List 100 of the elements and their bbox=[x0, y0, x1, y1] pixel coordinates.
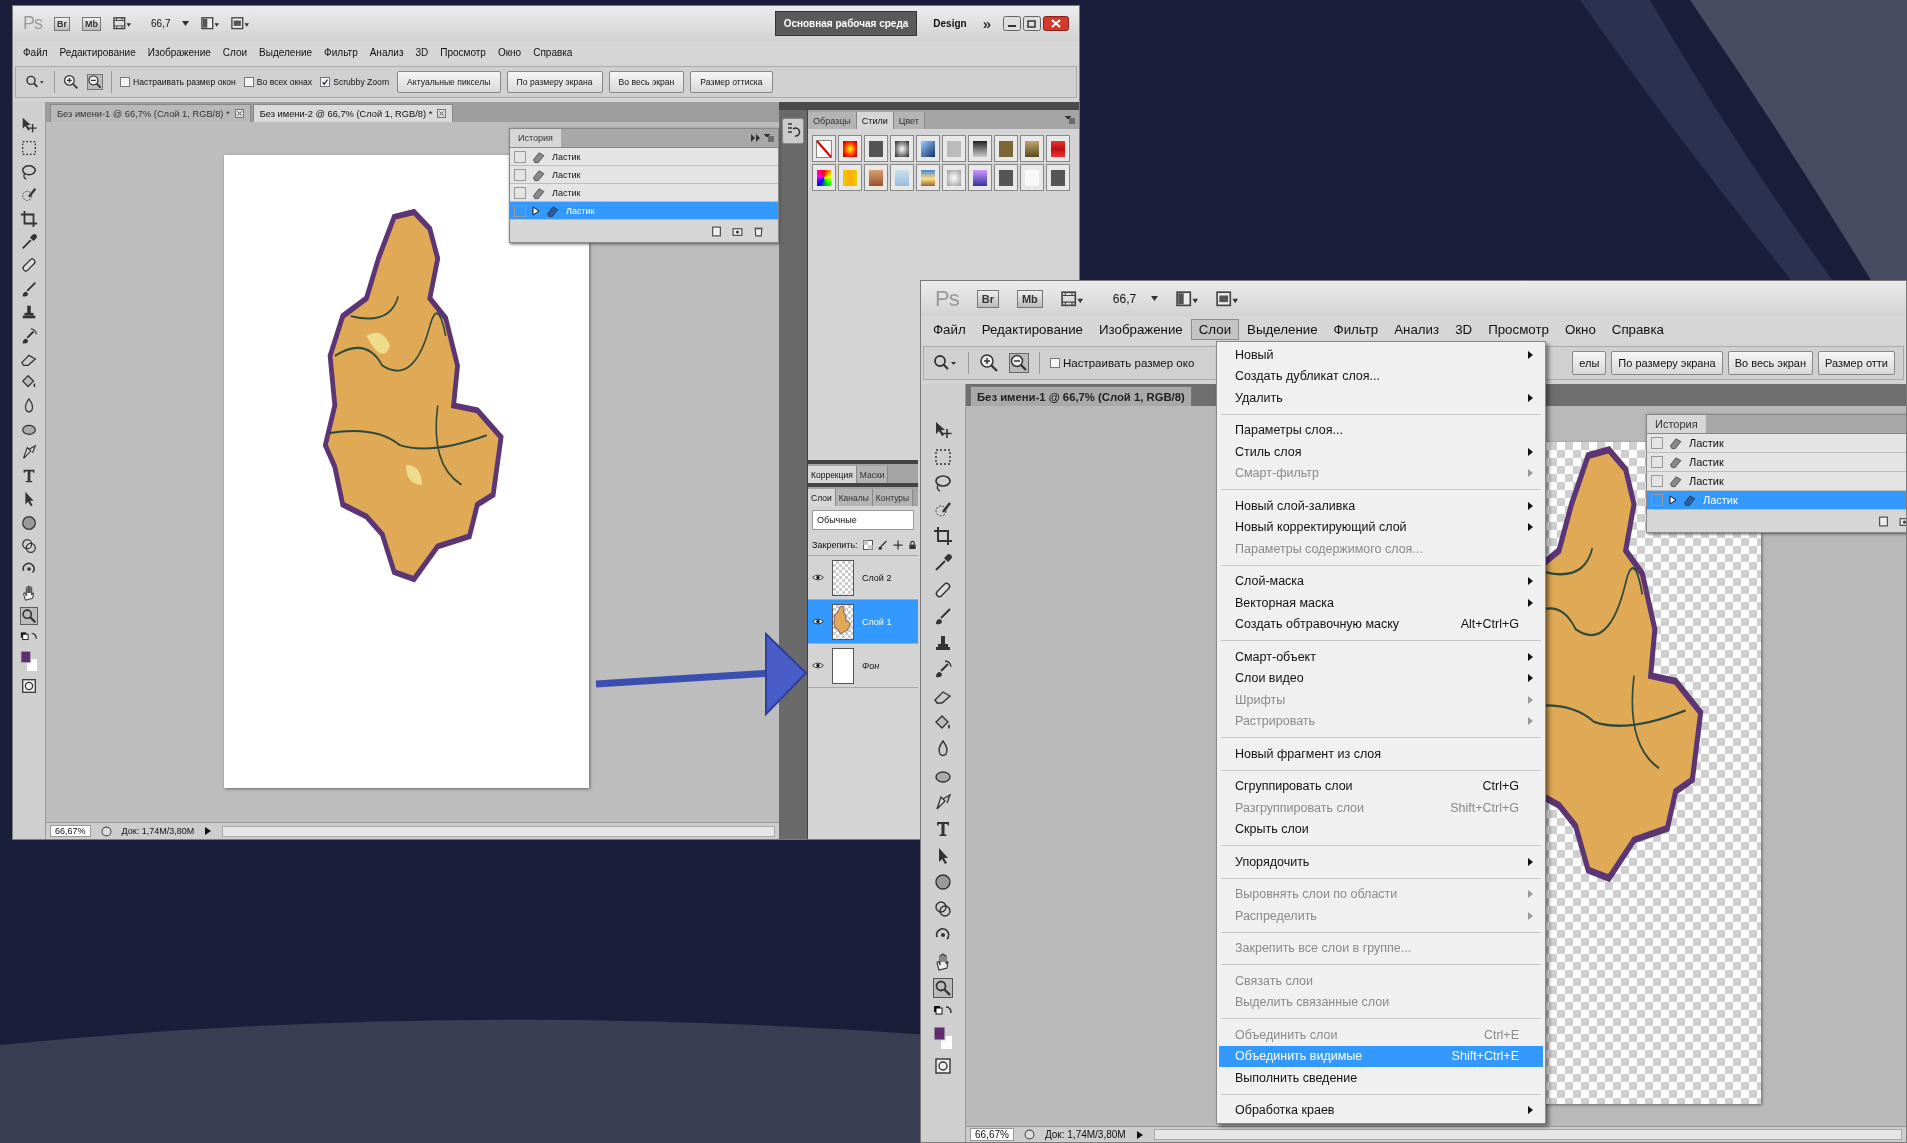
style-swatch[interactable] bbox=[864, 135, 888, 162]
style-swatch[interactable] bbox=[916, 135, 940, 162]
workspace-button[interactable]: Основная рабочая среда bbox=[774, 11, 918, 36]
style-swatch[interactable] bbox=[1020, 164, 1044, 191]
marquee-icon[interactable] bbox=[933, 446, 953, 467]
eye-icon[interactable] bbox=[812, 617, 824, 626]
checkbox[interactable] bbox=[243, 77, 254, 87]
screen-mode-icon[interactable] bbox=[1216, 289, 1239, 308]
history-item[interactable]: Ластик bbox=[510, 166, 778, 184]
menu-item[interactable]: Выделение bbox=[253, 44, 319, 60]
menu-item[interactable]: Анализ bbox=[1386, 319, 1448, 340]
menu-item[interactable]: Выделение bbox=[1239, 319, 1326, 340]
menu-item[interactable]: Фильтр bbox=[1325, 319, 1387, 340]
ellipse-icon[interactable] bbox=[20, 513, 38, 532]
history-brush-icon[interactable] bbox=[20, 326, 38, 345]
filmstrip-icon[interactable] bbox=[1060, 289, 1083, 308]
lock-move-icon[interactable] bbox=[892, 539, 903, 550]
panel-tab[interactable]: Маски bbox=[856, 466, 889, 483]
close-icon[interactable] bbox=[437, 109, 447, 118]
panel-tab[interactable]: Образцы bbox=[808, 112, 857, 129]
zoom-icon[interactable] bbox=[933, 978, 953, 999]
swap-colors-icon[interactable] bbox=[20, 630, 38, 641]
menu-item[interactable]: Слои bbox=[216, 44, 254, 60]
more-button[interactable]: » bbox=[982, 15, 991, 32]
collapse-icon[interactable] bbox=[751, 134, 760, 142]
menu-item[interactable]: Файл bbox=[17, 44, 54, 60]
camera-icon[interactable] bbox=[732, 225, 743, 237]
style-swatch[interactable] bbox=[838, 135, 862, 162]
layout-icon[interactable] bbox=[200, 16, 219, 31]
checkbox[interactable] bbox=[320, 77, 331, 87]
option-button[interactable]: По размеру экрана bbox=[506, 71, 603, 93]
workspace-switch-button[interactable]: Design bbox=[929, 18, 971, 29]
zoom-out-icon[interactable] bbox=[1009, 353, 1029, 373]
history-brush-icon[interactable] bbox=[933, 659, 953, 680]
style-swatch[interactable] bbox=[864, 164, 888, 191]
option-button[interactable]: Во весь экран bbox=[608, 71, 685, 93]
new-document-icon[interactable] bbox=[1878, 515, 1889, 527]
menu-item[interactable]: Справка bbox=[527, 44, 579, 60]
panel-tab[interactable]: Стили bbox=[856, 112, 894, 129]
new-document-icon[interactable] bbox=[711, 225, 722, 237]
layer-row[interactable]: Слой 2 bbox=[808, 556, 918, 600]
color-swatches-icon[interactable] bbox=[20, 650, 38, 672]
blend-mode-field[interactable]: Обычные bbox=[812, 510, 914, 530]
rotate-icon[interactable] bbox=[933, 898, 953, 919]
menu-item[interactable]: Параметры слоя... bbox=[1219, 419, 1543, 441]
menu-item[interactable]: Слои bbox=[1190, 319, 1240, 340]
zoom-level-field[interactable]: 66,7 bbox=[151, 18, 171, 29]
quick-mask-icon[interactable] bbox=[933, 1056, 953, 1077]
menu-item[interactable]: Векторная маска bbox=[1219, 592, 1543, 614]
panel-tab[interactable]: Контуры bbox=[872, 489, 914, 506]
menu-item[interactable]: Слой-маска bbox=[1219, 570, 1543, 592]
history-item[interactable]: Ластик bbox=[510, 148, 778, 166]
zoom-in-icon[interactable] bbox=[63, 74, 79, 90]
layer-row[interactable]: Фон bbox=[808, 644, 918, 688]
menu-item[interactable]: Окно bbox=[1556, 319, 1604, 340]
menu-item[interactable]: Скрыть слои bbox=[1219, 818, 1543, 840]
menu-item[interactable]: Окно bbox=[491, 44, 528, 60]
menu-item[interactable]: Создать дубликат слоя... bbox=[1219, 365, 1543, 387]
menu-item[interactable]: Редактирование bbox=[973, 319, 1091, 340]
zoom-level-field[interactable]: 66,67% bbox=[50, 825, 91, 837]
menu-item[interactable]: Стиль слоя bbox=[1219, 441, 1543, 463]
style-swatch[interactable] bbox=[942, 135, 966, 162]
bridge-button[interactable]: Br bbox=[54, 16, 71, 31]
menu-item[interactable]: Новый фрагмент из слоя bbox=[1219, 743, 1543, 765]
mini-bridge-button[interactable]: Mb bbox=[1016, 289, 1043, 308]
menu-item[interactable]: Справка bbox=[1603, 319, 1672, 340]
lock-transparency-icon[interactable] bbox=[862, 539, 873, 550]
menu-item[interactable]: Изображение bbox=[1091, 319, 1191, 340]
style-swatch[interactable] bbox=[812, 164, 836, 191]
menu-item[interactable]: Упорядочить bbox=[1219, 851, 1543, 873]
menu-item[interactable]: Создать обтравочную маску Alt+Ctrl+G bbox=[1219, 613, 1543, 635]
style-swatch[interactable] bbox=[968, 164, 992, 191]
brush-icon[interactable] bbox=[20, 279, 38, 298]
zoom-in-icon[interactable] bbox=[979, 353, 999, 373]
horizontal-scrollbar[interactable] bbox=[222, 825, 775, 837]
preview-icon[interactable] bbox=[1023, 1129, 1035, 1140]
move-tool-icon[interactable] bbox=[20, 116, 38, 134]
option-button[interactable]: Размер оттиска bbox=[690, 71, 773, 93]
filmstrip-icon[interactable] bbox=[113, 16, 132, 31]
document-tab[interactable]: Без имени-2 @ 66,7% (Слой 1, RGB/8) * bbox=[252, 104, 454, 122]
horizontal-scrollbar[interactable] bbox=[1153, 1129, 1902, 1140]
menu-item[interactable]: Смарт-объект bbox=[1219, 646, 1543, 668]
style-swatch[interactable] bbox=[942, 164, 966, 191]
mini-bridge-button[interactable]: Mb bbox=[82, 16, 102, 31]
history-item[interactable]: Ластик bbox=[1647, 472, 1906, 491]
style-swatch[interactable] bbox=[968, 135, 992, 162]
style-swatch[interactable] bbox=[1046, 135, 1070, 162]
option-button[interactable]: Актуальные пикселы bbox=[397, 71, 501, 93]
restore-icon[interactable] bbox=[1023, 16, 1041, 31]
zoom-icon[interactable] bbox=[20, 607, 38, 626]
history-item[interactable]: Ластик bbox=[1647, 453, 1906, 472]
eyedropper-icon[interactable] bbox=[20, 232, 38, 251]
caret-icon[interactable] bbox=[181, 21, 189, 26]
layout-icon[interactable] bbox=[1176, 289, 1199, 308]
history-panel-icon[interactable] bbox=[782, 118, 804, 144]
option-button[interactable]: Размер отти bbox=[1818, 351, 1895, 375]
panel-tab[interactable]: Коррекция bbox=[808, 466, 857, 483]
menu-item[interactable]: Выполнить сведение bbox=[1219, 1067, 1543, 1089]
style-swatch[interactable] bbox=[994, 164, 1018, 191]
zoom-tool-icon[interactable] bbox=[24, 74, 46, 90]
